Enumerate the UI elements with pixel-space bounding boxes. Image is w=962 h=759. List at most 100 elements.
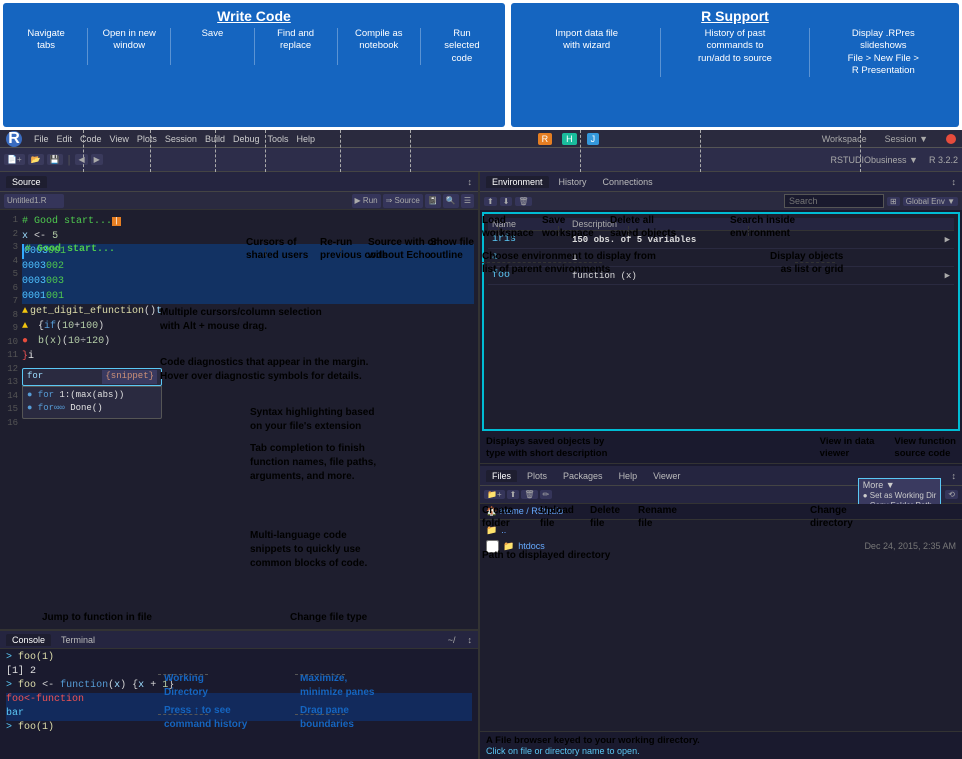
env-desc-iris: 150 obs. of 5 variables [572, 235, 945, 245]
env-icon-foo[interactable]: ▶ [945, 271, 950, 281]
find-btn[interactable]: 🔍 [443, 194, 459, 208]
menu-view[interactable]: View [110, 134, 129, 144]
arrow-right-btn[interactable]: ▶ [91, 154, 103, 165]
breadcrumb-dir[interactable]: RStudio [531, 506, 563, 516]
file-row-dir[interactable]: 📁 htdocs Dec 24, 2015, 2:35 AM [482, 538, 960, 554]
file-browser-note: A File browser keyed to your working dir… [480, 731, 962, 759]
env-row-a[interactable]: a 1 [488, 249, 954, 267]
delete-objects-btn[interactable]: 🗑 [515, 197, 531, 206]
r-support-panel: R Support Import data filewith wizard Hi… [511, 3, 959, 127]
env-icon-iris[interactable]: ▶ [945, 235, 950, 245]
new-file-btn[interactable]: 📄+ [4, 154, 25, 165]
editor-toolbar: Untitled1.R ▶ Run ⇒ Source 📓 🔍 ☰ [0, 192, 478, 210]
menu-help[interactable]: Help [297, 134, 316, 144]
source-btn[interactable]: ⇒ Source [383, 194, 423, 208]
menu-tools[interactable]: Tools [268, 134, 289, 144]
rs-item-history: History of pastcommands torun/add to sou… [667, 28, 802, 77]
search-environment-input[interactable] [784, 194, 884, 208]
outline-btn[interactable]: ☰ [461, 194, 474, 208]
write-code-panel: Write Code Navigatetabs Open in newwindo… [3, 3, 505, 127]
save-btn[interactable]: 💾 [47, 154, 63, 165]
project-label: RSTUDIObusiness ▼ [831, 155, 918, 165]
console-minimize[interactable]: ↕ [468, 635, 473, 645]
page-wrapper: Write Code Navigatetabs Open in newwindo… [0, 0, 962, 759]
menu-debug[interactable]: Debug [233, 134, 260, 144]
open-file-btn[interactable]: 📂 [28, 154, 44, 165]
menu-file[interactable]: File [34, 134, 49, 144]
write-code-items: Navigatetabs Open in newwindow Save Find… [11, 28, 497, 65]
file-name-btn[interactable]: Untitled1.R [4, 194, 64, 208]
r-support-title: R Support [519, 8, 951, 24]
callout-compile [340, 130, 341, 172]
close-btn[interactable] [946, 134, 956, 144]
console-line-5: bar [6, 707, 472, 721]
list-grid-btn[interactable]: ⊞ [887, 197, 900, 206]
ann-view-data: View in dataviewer [820, 436, 875, 461]
file-name-up[interactable]: .. [501, 525, 506, 535]
callout-history [700, 130, 701, 172]
rs-item-rpres: Display .RPresslideshowsFile > New File … [816, 28, 951, 77]
divider [660, 28, 661, 77]
menu-plots[interactable]: Plots [137, 134, 157, 144]
file-list: 📁 .. 📁 htdocs Dec 24, 2015, 2:35 AM [480, 520, 962, 731]
env-row-foo[interactable]: foo function (x) ▶ [488, 267, 954, 285]
run-btn[interactable]: ▶ Run [352, 194, 381, 208]
terminal-tab[interactable]: Terminal [55, 634, 101, 646]
rename-file-btn[interactable]: ✏ [540, 490, 553, 499]
env-row-iris[interactable]: iris 150 obs. of 5 variables ▶ [488, 231, 954, 249]
code-line-if: ▲ { if(10 + 100) [22, 319, 474, 334]
folder-icon: 📁 [503, 541, 514, 552]
delete-file-btn[interactable]: 🗑 [521, 490, 537, 499]
wc-item-compile: Compile asnotebook [344, 28, 414, 65]
minimize-editor[interactable]: ↕ [468, 177, 473, 187]
create-folder-btn[interactable]: 📁+ [484, 490, 505, 499]
tab-history[interactable]: History [553, 176, 593, 188]
upload-file-btn[interactable]: ⬆ [507, 490, 520, 499]
code-line-func: ▲ get_digit_efunction() t [22, 304, 474, 319]
snippet-box: for {snippet} [22, 368, 162, 386]
console-line-6: > foo(1) [6, 721, 472, 735]
console-pane: Console Terminal ~/ ↕ > foo(1) [1] 2 > f… [0, 629, 478, 759]
file-name-dir[interactable]: htdocs [518, 541, 545, 551]
save-workspace-btn[interactable]: ⬇ [500, 197, 513, 206]
console-header: Console Terminal ~/ ↕ [0, 631, 478, 649]
snippet-expand: ● for 1:(max(abs)) ● for∞∞ Done() [22, 386, 162, 419]
callout-run [410, 130, 411, 172]
change-dir-btn[interactable]: ⟲ [945, 490, 958, 499]
code-line-else: ● b(x)(10 ÷ 120) [22, 334, 474, 349]
load-workspace-btn[interactable]: ⬆ [484, 197, 497, 206]
console-tab[interactable]: Console [6, 634, 51, 646]
file-row-up[interactable]: 📁 .. [482, 522, 960, 538]
arrow-left-btn[interactable]: ◀ [75, 154, 87, 165]
compile-btn[interactable]: 📓 [425, 194, 441, 208]
menu-bar: R File Edit Code View Plots Session Buil… [0, 130, 962, 148]
file-checkbox-dir[interactable] [486, 540, 499, 553]
divider [420, 28, 421, 65]
wc-item-open: Open in newwindow [94, 28, 164, 65]
callout-find [265, 130, 266, 172]
editor-tab-source[interactable]: Source [6, 176, 47, 188]
tab-plots[interactable]: Plots [521, 470, 553, 482]
env-actions: Displays saved objects bytype with short… [480, 433, 962, 465]
files-minimize[interactable]: ↕ [952, 471, 957, 481]
tab-viewer[interactable]: Viewer [647, 470, 686, 482]
right-pane: Environment History Connections ↕ ⬆ ⬇ 🗑 … [480, 172, 962, 759]
callout-rpres [860, 130, 861, 172]
callout-navigate [83, 130, 84, 172]
menu-edit[interactable]: Edit [57, 134, 73, 144]
folder-up-icon: 📁 [486, 525, 497, 536]
right-minimize[interactable]: ↕ [952, 177, 957, 187]
callout-open [150, 130, 151, 172]
divider [87, 28, 88, 65]
tab-packages[interactable]: Packages [557, 470, 609, 482]
env-dropdown[interactable]: Global Env ▼ [903, 197, 958, 206]
tab-files[interactable]: Files [486, 470, 517, 482]
env-name-a: a [492, 252, 572, 263]
tab-help[interactable]: Help [613, 470, 644, 482]
session-label: Session ▼ [885, 134, 928, 144]
indicator-r: R [538, 133, 553, 145]
divider [809, 28, 810, 77]
tab-connections[interactable]: Connections [597, 176, 659, 188]
tab-environment[interactable]: Environment [486, 176, 549, 188]
menu-session[interactable]: Session [165, 134, 197, 144]
